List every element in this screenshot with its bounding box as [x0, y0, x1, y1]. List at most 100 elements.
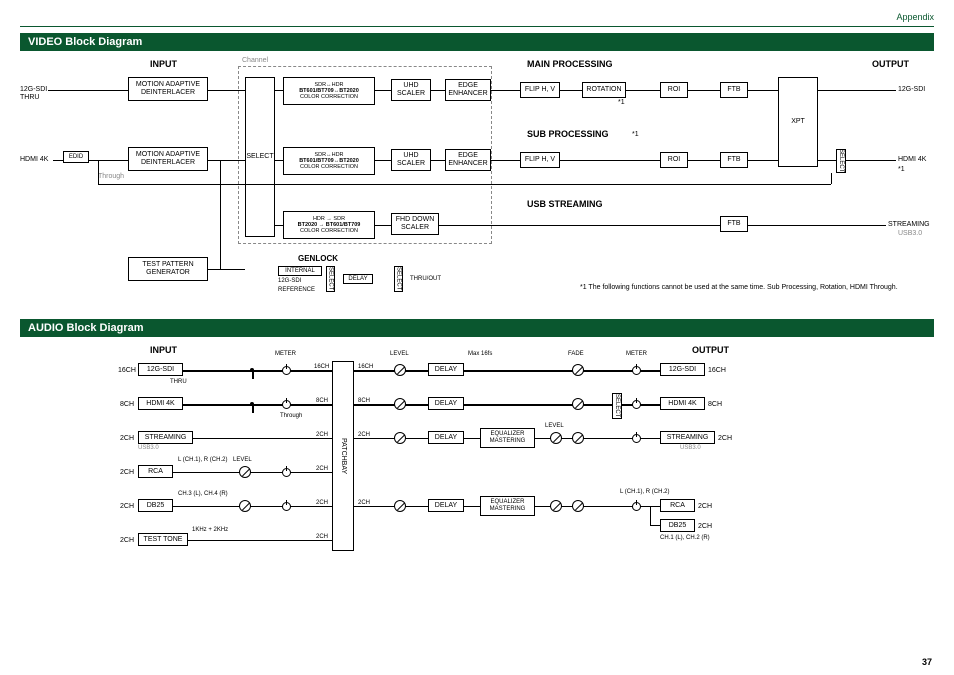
appendix-label: Appendix [20, 12, 934, 22]
gl-thruout: THRU/OUT [410, 276, 441, 282]
ain-sdi-ch2: 16CH [314, 364, 329, 370]
delay1: DELAY [428, 363, 464, 376]
od4-ch: 2CH [358, 500, 370, 506]
roi1: ROI [660, 82, 688, 98]
ain-hdmi-ch2: 8CH [316, 398, 328, 404]
in-thru: THRU [20, 94, 39, 101]
aout-hdmi-ch: 8CH [708, 401, 722, 408]
page-number: 37 [922, 657, 932, 667]
mad2: MOTION ADAPTIVE DEINTERLACER [128, 147, 208, 171]
ain-db25-ch: 2CH [120, 503, 134, 510]
gl-internal: INTERNAL [278, 266, 322, 276]
uhd2: UHD SCALER [391, 149, 431, 171]
ain-thru: THRU [170, 379, 187, 385]
out-usb: USB3.0 [898, 230, 922, 237]
out-select: SELECT [836, 149, 846, 173]
edge1: EDGE ENHANCER [445, 79, 491, 101]
audio-diagram: INPUT OUTPUT PATCHBAY 16CH 12G-SDI THRU … [20, 345, 934, 575]
patchbay: PATCHBAY [332, 361, 354, 551]
hdr-input: INPUT [150, 59, 177, 69]
cc1c: COLOR CORRECTION [300, 94, 358, 100]
gl-delay: DELAY [343, 274, 373, 284]
flip1: FLIP H, V [520, 82, 560, 98]
video-diagram: INPUT MAIN PROCESSING SUB PROCESSING *1 … [20, 59, 934, 319]
out-sdi: 12G-SDI [898, 86, 925, 93]
ain-tt-ch: 2CH [120, 537, 134, 544]
hdr-genlock: GENLOCK [298, 254, 338, 263]
xpt: XPT [778, 77, 818, 167]
through-lbl: Through [98, 173, 124, 180]
out-select-a: SELECT [612, 393, 622, 419]
a-hdr-input: INPUT [150, 345, 177, 355]
uhd1: UHD SCALER [391, 79, 431, 101]
ain-str-ch: 2CH [120, 435, 134, 442]
aout-sdi: 12G-SDI [660, 363, 705, 376]
aout-db25-ch: 2CH [698, 523, 712, 530]
hdr-usb: USB STREAMING [527, 199, 603, 209]
ain-rca-ch: 2CH [120, 469, 134, 476]
ain-db25-lbl: CH.3 (L), CH.4 (R) [178, 491, 228, 497]
rot: ROTATION [582, 82, 626, 98]
cc2c: COLOR CORRECTION [300, 164, 358, 170]
aout-hdmi: HDMI 4K [660, 397, 705, 410]
ain-rca: RCA [138, 465, 173, 478]
header-rule [20, 26, 934, 27]
aout-sdi-ch: 16CH [708, 367, 726, 374]
ain-tt-ch2: 2CH [316, 534, 328, 540]
delay3: DELAY [428, 431, 464, 444]
delay2: DELAY [428, 397, 464, 410]
sub-note: *1 [632, 131, 639, 138]
aout-db25: DB25 [660, 519, 695, 532]
ain-tt-lbl: 1KHz + 2KHz [192, 527, 228, 533]
od2-ch: 8CH [358, 398, 370, 404]
eq2: EQUALIZER MASTERING [480, 496, 535, 516]
db25-out-lbl: CH.1 (L), CH.2 (R) [660, 535, 710, 541]
cc2: SDR↔HDR BT601/BT709↔BT2020 COLOR CORRECT… [283, 147, 375, 175]
delay4: DELAY [428, 499, 464, 512]
ftb3: FTB [720, 216, 748, 232]
eq1: EQUALIZER MASTERING [480, 428, 535, 448]
out-hdmi-note: *1 [898, 166, 905, 173]
level-lbl-3: LEVEL [545, 423, 564, 429]
gl-select: SELECT [326, 266, 335, 292]
channel-lbl: Channel [242, 57, 268, 64]
aout-usb: USB3.0 [680, 445, 701, 451]
edid-box: EDID [63, 151, 89, 163]
aout-str-ch: 2CH [718, 435, 732, 442]
od3-ch: 2CH [358, 432, 370, 438]
ain-rca-lbl: L (CH.1), R (CH.2) [178, 457, 227, 463]
a-hdr-output: OUTPUT [692, 345, 729, 355]
patchbay-lbl: PATCHBAY [339, 438, 347, 474]
ain-hdmi-ch: 8CH [120, 401, 134, 408]
in-sdi: 12G-SDI [20, 86, 47, 93]
audio-section-title: AUDIO Block Diagram [20, 319, 934, 337]
cc3c: COLOR CORRECTION [300, 228, 358, 234]
rot-note: *1 [618, 99, 625, 106]
meter-lbl-out: METER [626, 351, 647, 357]
mad1: MOTION ADAPTIVE DEINTERLACER [128, 77, 208, 101]
fade-lbl: FADE [568, 351, 584, 357]
out-hdmi: HDMI 4K [898, 156, 926, 163]
cc3: HDR → SDR BT2020 → BT601/BT709 COLOR COR… [283, 211, 375, 239]
od1-ch: 16CH [358, 364, 373, 370]
ain-hdmi: HDMI 4K [138, 397, 183, 410]
hdr-main: MAIN PROCESSING [527, 59, 613, 69]
hdr-output: OUTPUT [872, 59, 909, 69]
aout-rca: RCA [660, 499, 695, 512]
aout-str: STREAMING [660, 431, 715, 444]
gl-ref: REFERENCE [278, 287, 315, 293]
ain-sdi-ch: 16CH [118, 367, 136, 374]
gl-sdi: 12G-SDI [278, 278, 301, 284]
aout-rca-ch: 2CH [698, 503, 712, 510]
video-footnote: *1 The following functions cannot be use… [580, 284, 898, 291]
in-hdmi: HDMI 4K [20, 156, 48, 163]
ain-str: STREAMING [138, 431, 193, 444]
roi2: ROI [660, 152, 688, 168]
out-streaming: STREAMING [888, 221, 930, 228]
ain-str-ch2: 2CH [316, 432, 328, 438]
ain-tt: TEST TONE [138, 533, 188, 546]
select-box: SELECT [245, 77, 275, 237]
ain-usb: USB3.0 [138, 445, 159, 451]
max-lbl: Max 16fs [468, 351, 492, 357]
flip2: FLIP H, V [520, 152, 560, 168]
